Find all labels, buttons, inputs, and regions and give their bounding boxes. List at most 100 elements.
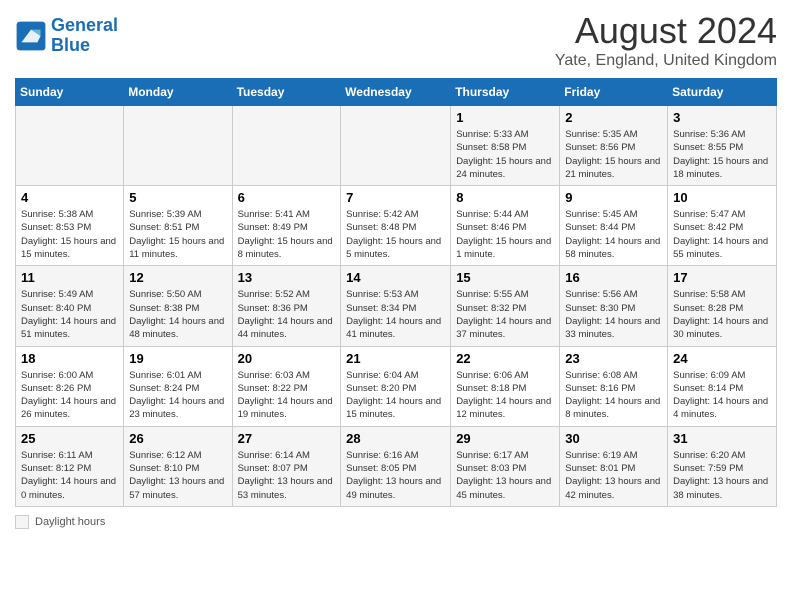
day-info: Sunrise: 6:11 AM Sunset: 8:12 PM Dayligh… (21, 449, 118, 502)
calendar-cell: 30 Sunrise: 6:19 AM Sunset: 8:01 PM Dayli… (560, 426, 668, 506)
calendar-cell: 19 Sunrise: 6:01 AM Sunset: 8:24 PM Dayli… (124, 346, 232, 426)
day-info: Sunrise: 6:00 AM Sunset: 8:26 PM Dayligh… (21, 369, 118, 422)
calendar-cell (124, 106, 232, 186)
calendar-cell: 7 Sunrise: 5:42 AM Sunset: 8:48 PM Daylig… (341, 186, 451, 266)
day-number: 2 (565, 110, 662, 125)
day-info: Sunrise: 6:12 AM Sunset: 8:10 PM Dayligh… (129, 449, 226, 502)
logo-text: General Blue (51, 16, 118, 56)
day-number: 12 (129, 270, 226, 285)
calendar-cell: 31 Sunrise: 6:20 AM Sunset: 7:59 PM Dayli… (668, 426, 777, 506)
calendar-cell: 6Sunrise: 5:41 AM Sunset: 8:49 PM Daylig… (232, 186, 341, 266)
day-info: Sunrise: 5:45 AM Sunset: 8:44 PM Dayligh… (565, 208, 662, 261)
calendar-cell: 15 Sunrise: 5:55 AM Sunset: 8:32 PM Dayli… (451, 266, 560, 346)
day-info: Sunrise: 6:01 AM Sunset: 8:24 PM Dayligh… (129, 369, 226, 422)
day-info: Sunrise: 6:08 AM Sunset: 8:16 PM Dayligh… (565, 369, 662, 422)
calendar-cell: 16Sunrise: 5:56 AM Sunset: 8:30 PM Dayli… (560, 266, 668, 346)
day-number: 4 (21, 190, 118, 205)
calendar-cell: 10 Sunrise: 5:47 AM Sunset: 8:42 PM Dayli… (668, 186, 777, 266)
calendar-cell: 24 Sunrise: 6:09 AM Sunset: 8:14 PM Dayli… (668, 346, 777, 426)
calendar-week-row: 4Sunrise: 5:38 AM Sunset: 8:53 PM Daylig… (16, 186, 777, 266)
day-number: 19 (129, 351, 226, 366)
calendar-cell: 23 Sunrise: 6:08 AM Sunset: 8:16 PM Dayli… (560, 346, 668, 426)
legend-label: Daylight hours (35, 516, 105, 528)
day-number: 14 (346, 270, 445, 285)
day-info: Sunrise: 5:42 AM Sunset: 8:48 PM Dayligh… (346, 208, 445, 261)
day-info: Sunrise: 6:04 AM Sunset: 8:20 PM Dayligh… (346, 369, 445, 422)
header-cell-friday: Friday (560, 79, 668, 106)
day-info: Sunrise: 5:50 AM Sunset: 8:38 PM Dayligh… (129, 288, 226, 341)
calendar-cell (16, 106, 124, 186)
calendar-cell: 21Sunrise: 6:04 AM Sunset: 8:20 PM Dayli… (341, 346, 451, 426)
calendar-cell: 5Sunrise: 5:39 AM Sunset: 8:51 PM Daylig… (124, 186, 232, 266)
month-title: August 2024 (555, 10, 777, 52)
day-number: 31 (673, 431, 771, 446)
day-number: 11 (21, 270, 118, 285)
day-number: 30 (565, 431, 662, 446)
day-number: 25 (21, 431, 118, 446)
day-number: 20 (238, 351, 336, 366)
header-cell-wednesday: Wednesday (341, 79, 451, 106)
day-info: Sunrise: 5:52 AM Sunset: 8:36 PM Dayligh… (238, 288, 336, 341)
day-info: Sunrise: 5:35 AM Sunset: 8:56 PM Dayligh… (565, 128, 662, 181)
day-info: Sunrise: 5:33 AM Sunset: 8:58 PM Dayligh… (456, 128, 554, 181)
day-number: 29 (456, 431, 554, 446)
calendar-week-row: 25 Sunrise: 6:11 AM Sunset: 8:12 PM Dayli… (16, 426, 777, 506)
calendar-cell: 4Sunrise: 5:38 AM Sunset: 8:53 PM Daylig… (16, 186, 124, 266)
day-info: Sunrise: 5:56 AM Sunset: 8:30 PM Dayligh… (565, 288, 662, 341)
calendar-table: SundayMondayTuesdayWednesdayThursdayFrid… (15, 78, 777, 507)
header-cell-saturday: Saturday (668, 79, 777, 106)
calendar-header-row: SundayMondayTuesdayWednesdayThursdayFrid… (16, 79, 777, 106)
calendar-cell: 28Sunrise: 6:16 AM Sunset: 8:05 PM Dayli… (341, 426, 451, 506)
day-number: 26 (129, 431, 226, 446)
calendar-cell: 27Sunrise: 6:14 AM Sunset: 8:07 PM Dayli… (232, 426, 341, 506)
day-info: Sunrise: 5:58 AM Sunset: 8:28 PM Dayligh… (673, 288, 771, 341)
legend: Daylight hours (15, 515, 777, 529)
location-title: Yate, England, United Kingdom (555, 52, 777, 70)
day-info: Sunrise: 5:36 AM Sunset: 8:55 PM Dayligh… (673, 128, 771, 181)
header: General Blue August 2024 Yate, England, … (15, 10, 777, 70)
day-info: Sunrise: 6:20 AM Sunset: 7:59 PM Dayligh… (673, 449, 771, 502)
calendar-cell: 1 Sunrise: 5:33 AM Sunset: 8:58 PM Daylig… (451, 106, 560, 186)
day-info: Sunrise: 5:39 AM Sunset: 8:51 PM Dayligh… (129, 208, 226, 261)
calendar-cell: 12 Sunrise: 5:50 AM Sunset: 8:38 PM Dayli… (124, 266, 232, 346)
day-info: Sunrise: 6:19 AM Sunset: 8:01 PM Dayligh… (565, 449, 662, 502)
logo-icon (15, 20, 47, 52)
calendar-cell: 22Sunrise: 6:06 AM Sunset: 8:18 PM Dayli… (451, 346, 560, 426)
day-number: 18 (21, 351, 118, 366)
calendar-cell: 20Sunrise: 6:03 AM Sunset: 8:22 PM Dayli… (232, 346, 341, 426)
day-number: 7 (346, 190, 445, 205)
calendar-cell: 13Sunrise: 5:52 AM Sunset: 8:36 PM Dayli… (232, 266, 341, 346)
calendar-week-row: 1 Sunrise: 5:33 AM Sunset: 8:58 PM Daylig… (16, 106, 777, 186)
day-number: 15 (456, 270, 554, 285)
day-info: Sunrise: 5:53 AM Sunset: 8:34 PM Dayligh… (346, 288, 445, 341)
day-info: Sunrise: 5:47 AM Sunset: 8:42 PM Dayligh… (673, 208, 771, 261)
day-info: Sunrise: 6:14 AM Sunset: 8:07 PM Dayligh… (238, 449, 336, 502)
title-area: August 2024 Yate, England, United Kingdo… (555, 10, 777, 70)
calendar-cell: 11 Sunrise: 5:49 AM Sunset: 8:40 PM Dayli… (16, 266, 124, 346)
calendar-cell: 26 Sunrise: 6:12 AM Sunset: 8:10 PM Dayli… (124, 426, 232, 506)
day-number: 3 (673, 110, 771, 125)
day-number: 22 (456, 351, 554, 366)
day-info: Sunrise: 6:17 AM Sunset: 8:03 PM Dayligh… (456, 449, 554, 502)
day-number: 24 (673, 351, 771, 366)
calendar-cell: 3 Sunrise: 5:36 AM Sunset: 8:55 PM Daylig… (668, 106, 777, 186)
calendar-cell: 2 Sunrise: 5:35 AM Sunset: 8:56 PM Daylig… (560, 106, 668, 186)
day-info: Sunrise: 5:55 AM Sunset: 8:32 PM Dayligh… (456, 288, 554, 341)
day-info: Sunrise: 5:49 AM Sunset: 8:40 PM Dayligh… (21, 288, 118, 341)
header-cell-monday: Monday (124, 79, 232, 106)
calendar-body: 1 Sunrise: 5:33 AM Sunset: 8:58 PM Daylig… (16, 106, 777, 507)
day-info: Sunrise: 5:44 AM Sunset: 8:46 PM Dayligh… (456, 208, 554, 261)
day-number: 23 (565, 351, 662, 366)
calendar-cell: 29 Sunrise: 6:17 AM Sunset: 8:03 PM Dayli… (451, 426, 560, 506)
day-number: 9 (565, 190, 662, 205)
calendar-cell: 25 Sunrise: 6:11 AM Sunset: 8:12 PM Dayli… (16, 426, 124, 506)
legend-box (15, 515, 29, 529)
day-number: 10 (673, 190, 771, 205)
calendar-week-row: 11 Sunrise: 5:49 AM Sunset: 8:40 PM Dayli… (16, 266, 777, 346)
day-info: Sunrise: 6:09 AM Sunset: 8:14 PM Dayligh… (673, 369, 771, 422)
day-number: 1 (456, 110, 554, 125)
header-cell-tuesday: Tuesday (232, 79, 341, 106)
calendar-cell: 8 Sunrise: 5:44 AM Sunset: 8:46 PM Daylig… (451, 186, 560, 266)
day-number: 8 (456, 190, 554, 205)
header-cell-thursday: Thursday (451, 79, 560, 106)
